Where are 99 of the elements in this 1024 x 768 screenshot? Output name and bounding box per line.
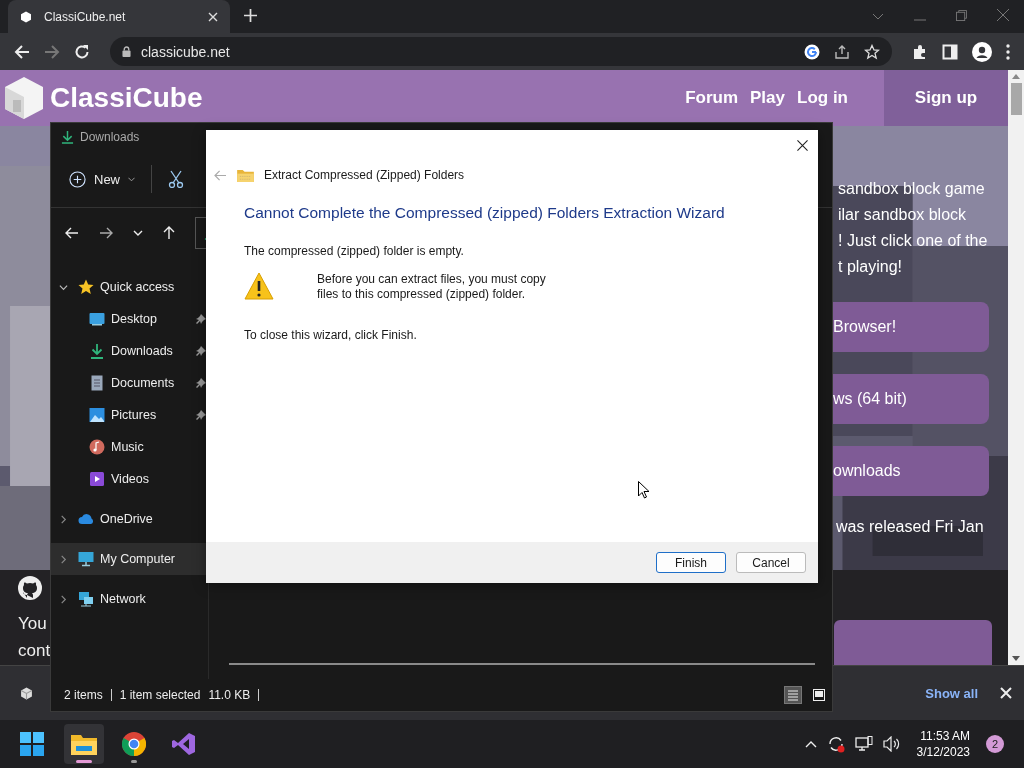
dialog-title: Extract Compressed (Zipped) Folders [264,168,465,182]
nav-link[interactable]: Forum [685,88,739,108]
pin-icon[interactable] [196,378,206,388]
profile-icon[interactable] [972,41,992,62]
sync-icon[interactable] [826,735,845,753]
chevron-up-icon[interactable] [804,740,817,748]
nav-item[interactable]: Quick access [51,271,208,303]
computer-icon [78,551,94,567]
new-button[interactable]: New [69,170,135,188]
document-icon [89,375,105,391]
cursor-icon [638,481,650,499]
network-icon [78,591,94,607]
release-text: was released Fri Jan [836,518,985,536]
cloud-icon [78,511,94,527]
cube-logo-icon[interactable] [4,76,44,120]
nav-item[interactable]: My Computer [51,543,208,575]
scissors-icon[interactable] [168,170,184,188]
zip-folder-icon [237,168,254,182]
pictures-icon [89,407,105,423]
show-all-link[interactable]: Show all [925,685,978,701]
taskbar-app[interactable] [64,724,104,764]
star-icon[interactable] [864,43,880,60]
cube-icon [20,10,32,23]
download-icon [61,130,74,144]
intro-paragraph: sandbox block game ilar sandbox block ! Just click one of the t playing! [838,179,989,277]
scrollbar[interactable] [1008,70,1024,665]
chevron-right-icon[interactable] [59,594,68,604]
horizontal-scrollbar[interactable] [229,663,815,665]
nav-item[interactable]: Pictures [51,399,208,431]
status-text: 1 item selected [119,688,201,702]
message-text: The compressed (zipped) folder is empty. [244,244,465,258]
chevron-right-icon[interactable] [59,514,68,524]
forward-arrow-icon[interactable] [99,227,113,239]
notification-badge[interactable]: 2 [986,735,1004,753]
caret-icon [128,176,135,182]
tiles-view-button[interactable] [810,686,828,704]
dialog-button[interactable]: Cancel [736,552,806,573]
download-icon [89,343,105,359]
menu-icon[interactable] [1006,43,1010,60]
windows-start-icon[interactable] [20,732,44,756]
warning-text: Before you can extract files, you must copy files to this compressed (zipped) folder. [317,272,546,302]
details-view-button[interactable] [784,686,802,704]
nav-item[interactable]: Documents [51,367,208,399]
star-icon [78,279,94,295]
site-logo-text[interactable]: ClassiCube [50,82,203,114]
restore-icon[interactable] [956,10,967,21]
studio-icon [172,732,196,756]
nav-item[interactable]: OneDrive [51,503,208,535]
nav-link[interactable]: Play [750,88,785,108]
close-icon[interactable] [797,139,808,151]
nav-item[interactable]: Desktop [51,303,208,335]
dialog-heading: Cannot Complete the Compressed (zipped) Folders Extraction Wizard [244,204,726,222]
cube-icon[interactable] [20,686,33,700]
nav-item[interactable]: Downloads [51,335,208,367]
clock[interactable]: 11:53 AM 3/12/2023 [916,728,970,760]
plus-circle-icon [69,170,86,188]
window-title: Downloads [80,130,140,144]
dialog-button[interactable]: Finish [656,552,726,573]
list-icon [787,689,799,701]
share-icon[interactable] [834,43,850,60]
nav-item[interactable]: Music [51,431,208,463]
footer-paragraph: You cont [18,613,51,662]
google-icon[interactable] [804,43,820,60]
download-button[interactable]: ownloads [833,446,989,496]
plus-icon[interactable] [244,9,257,22]
download-button[interactable]: ws (64 bit) [833,374,989,424]
network-icon[interactable] [854,736,873,752]
sign-up-button[interactable]: Sign up [884,70,1008,126]
nav-item[interactable]: Network [51,583,208,615]
desktop-icon [89,311,105,327]
nav-link[interactable]: Log in [797,88,848,108]
scroll-thumb[interactable] [1010,83,1022,115]
puzzle-icon[interactable] [912,43,928,60]
lock-icon [122,46,131,57]
side-panel-icon[interactable] [942,43,958,60]
status-text: 11.0 KB [208,688,251,702]
videos-icon [89,471,105,487]
chevron-down-icon[interactable] [59,282,68,292]
pin-icon[interactable] [196,314,206,324]
pin-icon[interactable] [196,346,206,356]
address-field[interactable]: classicube.net [110,37,892,66]
browser-tab[interactable]: ClassiCube.net [8,0,230,33]
status-text: 2 items [64,688,103,702]
github-icon[interactable] [18,576,42,600]
tiles-icon [813,689,825,701]
reload-icon[interactable] [74,43,90,60]
pin-icon[interactable] [196,410,206,420]
nav-item[interactable]: Videos [51,463,208,495]
scroll-down-icon[interactable] [1012,656,1020,661]
music-icon [89,439,105,455]
download-button[interactable]: Browser! [833,302,989,352]
volume-icon[interactable] [882,736,901,752]
instruction-text: To close this wizard, click Finish. [244,328,418,342]
up-arrow-icon[interactable] [163,226,175,240]
scroll-up-icon[interactable] [1012,74,1020,79]
chevron-right-icon[interactable] [59,554,68,564]
warning-icon [244,272,274,300]
folder-icon [71,733,97,755]
chrome-icon [122,732,146,756]
